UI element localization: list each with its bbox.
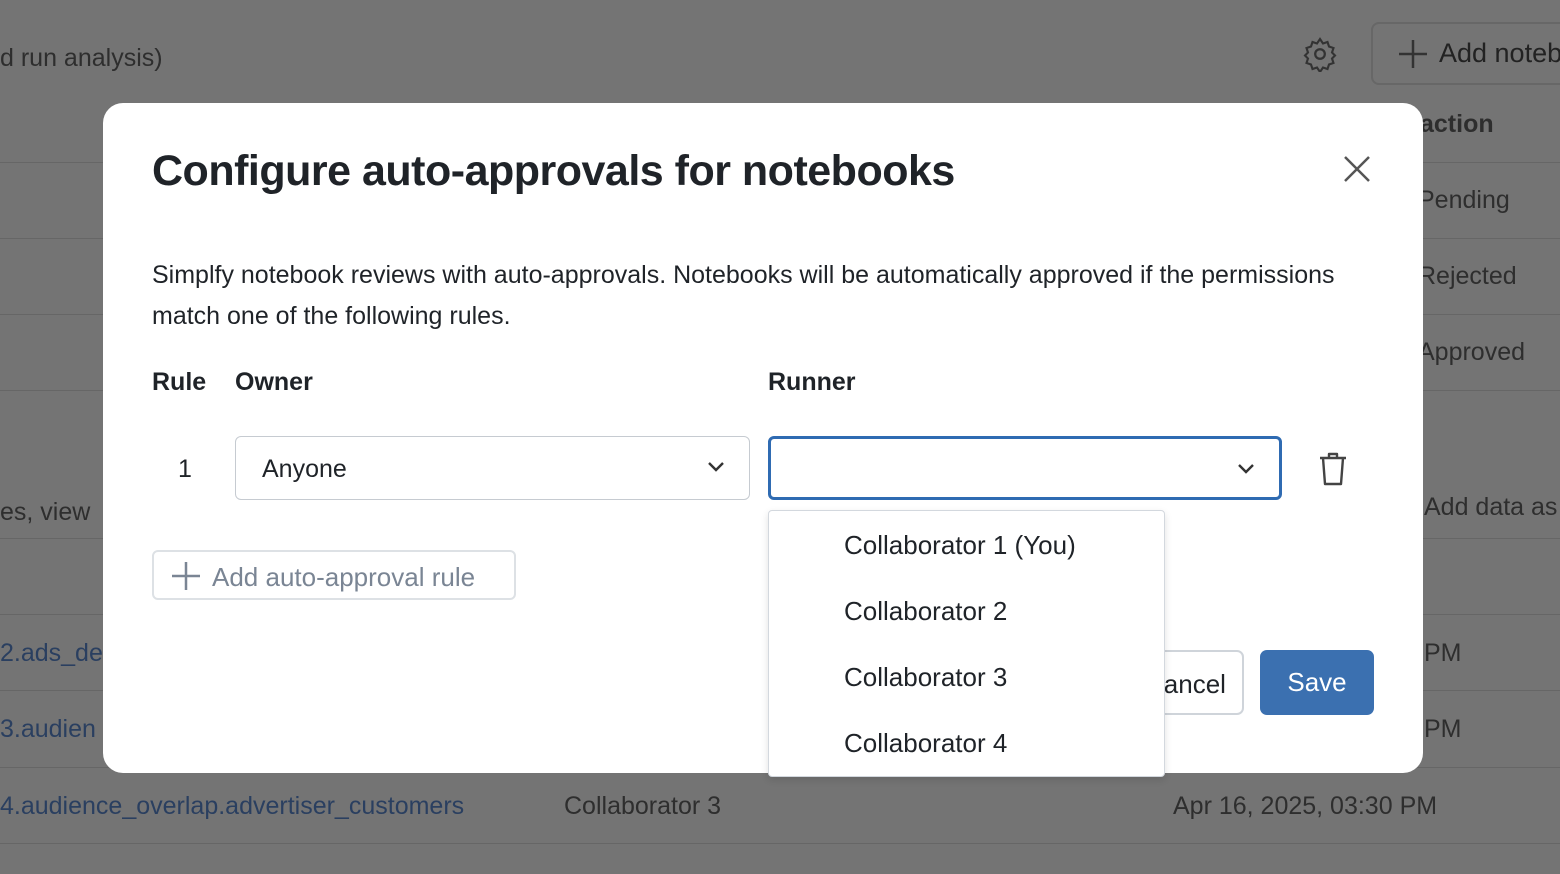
column-header: action: [1420, 110, 1494, 139]
owner-header: Owner: [235, 368, 313, 397]
rule-number: 1: [178, 455, 192, 484]
table-row-name[interactable]: 3.audien: [0, 715, 96, 744]
save-button[interactable]: Save: [1260, 650, 1374, 715]
dialog-description: Simplfy notebook reviews with auto-appro…: [152, 255, 1352, 337]
runner-option[interactable]: Collaborator 1 (You): [769, 511, 1164, 577]
add-notebook-button[interactable]: Add noteb: [1371, 22, 1560, 85]
auto-approval-dialog: Configure auto-approvals for notebooks S…: [103, 103, 1423, 773]
dialog-title: Configure auto-approvals for notebooks: [152, 147, 955, 196]
rule-header: Rule: [152, 368, 206, 397]
left-partial-text: es, view: [0, 498, 90, 527]
chevron-down-icon: [707, 461, 725, 473]
runner-option[interactable]: Collaborator 3: [769, 643, 1164, 709]
runner-header: Runner: [768, 368, 856, 397]
table-row-time: Apr 16, 2025, 03:30 PM: [1173, 792, 1437, 821]
save-label: Save: [1287, 667, 1346, 697]
runner-option[interactable]: Collaborator 2: [769, 577, 1164, 643]
owner-value: Anyone: [262, 455, 347, 483]
plus-icon: [1399, 40, 1427, 68]
close-icon[interactable]: [1341, 153, 1373, 185]
add-auto-approval-rule-button[interactable]: Add auto-approval rule: [152, 550, 516, 600]
status-approved: Approved: [1418, 338, 1525, 367]
plus-icon: [172, 562, 200, 590]
runner-option[interactable]: Collaborator 4: [769, 709, 1164, 775]
owner-select[interactable]: Anyone: [235, 436, 750, 500]
table-row-owner: Collaborator 3: [564, 792, 721, 821]
gear-icon[interactable]: [1302, 36, 1338, 72]
table-row-name[interactable]: 2.ads_de: [0, 639, 103, 668]
runner-dropdown-menu: Collaborator 1 (You) Collaborator 2 Coll…: [768, 510, 1165, 777]
add-notebook-label: Add noteb: [1439, 38, 1560, 68]
runner-select[interactable]: [768, 436, 1282, 500]
table-row-time: PM: [1424, 639, 1462, 668]
chevron-down-icon: [1237, 463, 1255, 475]
status-rejected: Rejected: [1418, 262, 1517, 291]
table-row-name[interactable]: 4.audience_overlap.advertiser_customers: [0, 792, 464, 821]
table-row-time: PM: [1424, 715, 1462, 744]
trash-icon[interactable]: [1317, 451, 1349, 487]
add-rule-label: Add auto-approval rule: [212, 562, 475, 592]
add-data-partial[interactable]: Add data as: [1424, 493, 1557, 522]
page-subtitle: d run analysis): [0, 44, 163, 73]
status-pending: Pending: [1418, 186, 1510, 215]
